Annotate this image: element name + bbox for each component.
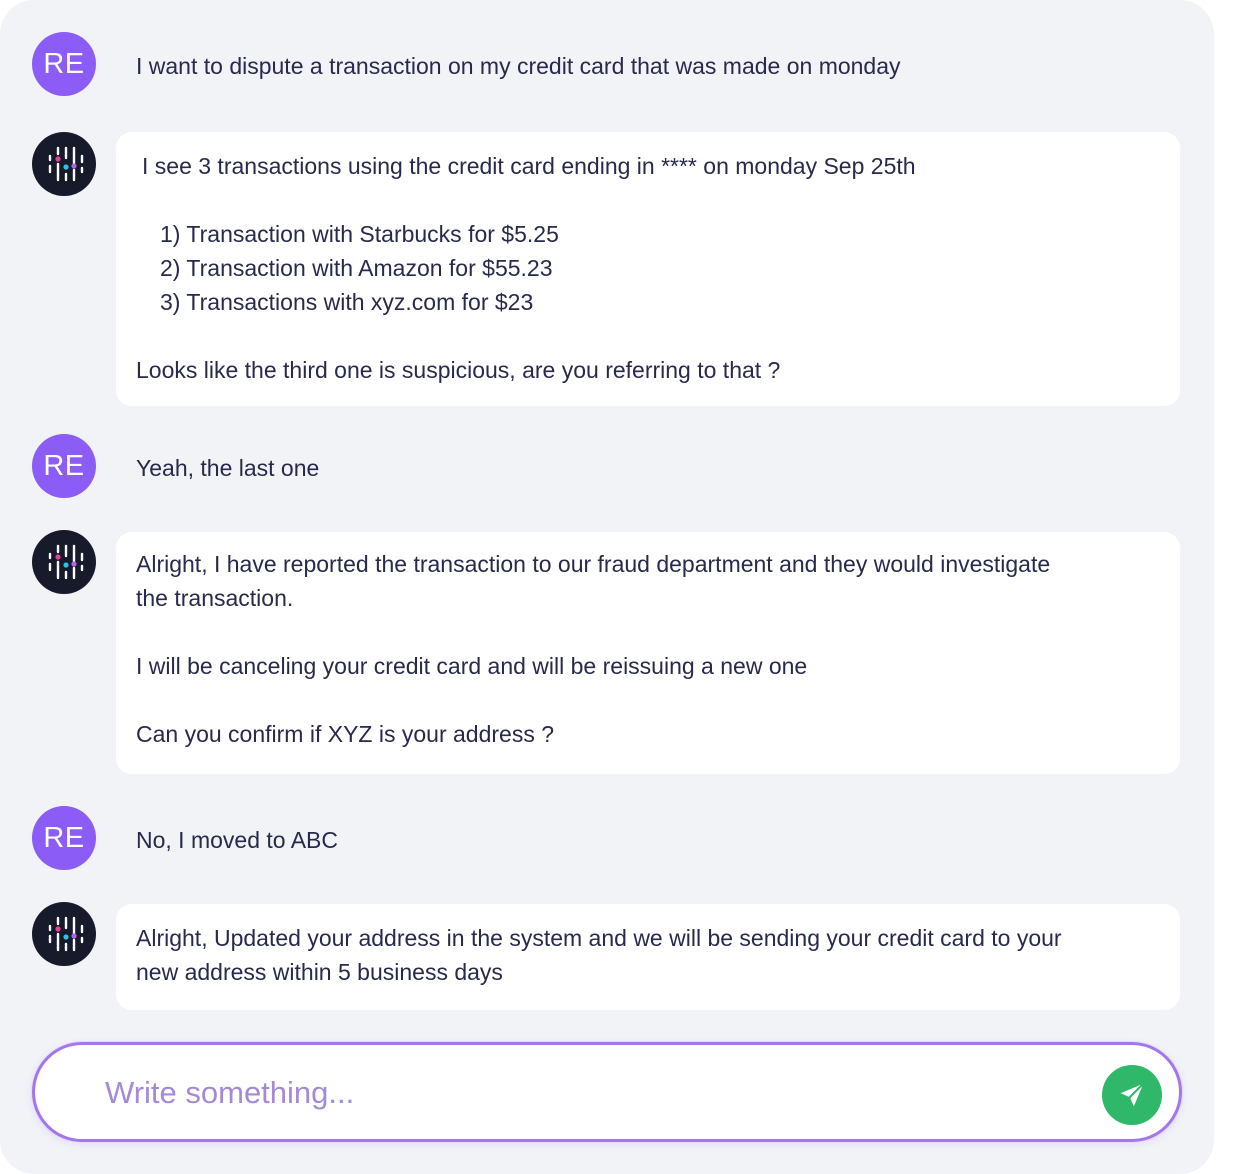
bot-avatar xyxy=(32,902,96,966)
bot-message-bubble: Alright, I have reported the transaction… xyxy=(116,532,1180,774)
bot-logo-icon xyxy=(48,544,84,580)
user-avatar: RE xyxy=(32,32,96,96)
bot-message-bubble: I see 3 transactions using the credit ca… xyxy=(116,132,1180,406)
user-message: Yeah, the last one xyxy=(136,455,320,481)
bot-avatar xyxy=(32,530,96,594)
user-avatar: RE xyxy=(32,806,96,870)
bot-message-line: the transaction. xyxy=(136,585,294,611)
send-icon xyxy=(1120,1082,1145,1107)
chat-panel: RE I want to dispute a transaction on my… xyxy=(0,0,1214,1174)
bot-message-line: Alright, Updated your address in the sys… xyxy=(136,925,1062,951)
bot-message-line: 1) Transaction with Starbucks for $5.25 xyxy=(160,221,559,247)
bot-avatar xyxy=(32,132,96,196)
message-input[interactable] xyxy=(103,1069,1067,1117)
bot-message-line: 2) Transaction with Amazon for $55.23 xyxy=(160,255,553,281)
bot-message-line: 3) Transactions with xyz.com for $23 xyxy=(160,289,534,315)
bot-message-line: Can you confirm if XYZ is your address ? xyxy=(136,721,554,747)
bot-logo-icon xyxy=(48,146,84,182)
message-composer xyxy=(32,1042,1182,1142)
user-message: No, I moved to ABC xyxy=(136,827,338,853)
user-avatar: RE xyxy=(32,434,96,498)
bot-message-line: new address within 5 business days xyxy=(136,959,503,985)
bot-message-line: I will be canceling your credit card and… xyxy=(136,653,808,679)
bot-message-bubble: Alright, Updated your address in the sys… xyxy=(116,904,1180,1010)
bot-message-line: Alright, I have reported the transaction… xyxy=(136,551,1051,577)
bot-message-line: Looks like the third one is suspicious, … xyxy=(136,357,781,383)
bot-message-line: I see 3 transactions using the credit ca… xyxy=(142,153,916,179)
bot-logo-icon xyxy=(48,916,84,952)
send-button[interactable] xyxy=(1102,1065,1162,1125)
user-message: I want to dispute a transaction on my cr… xyxy=(136,53,901,79)
